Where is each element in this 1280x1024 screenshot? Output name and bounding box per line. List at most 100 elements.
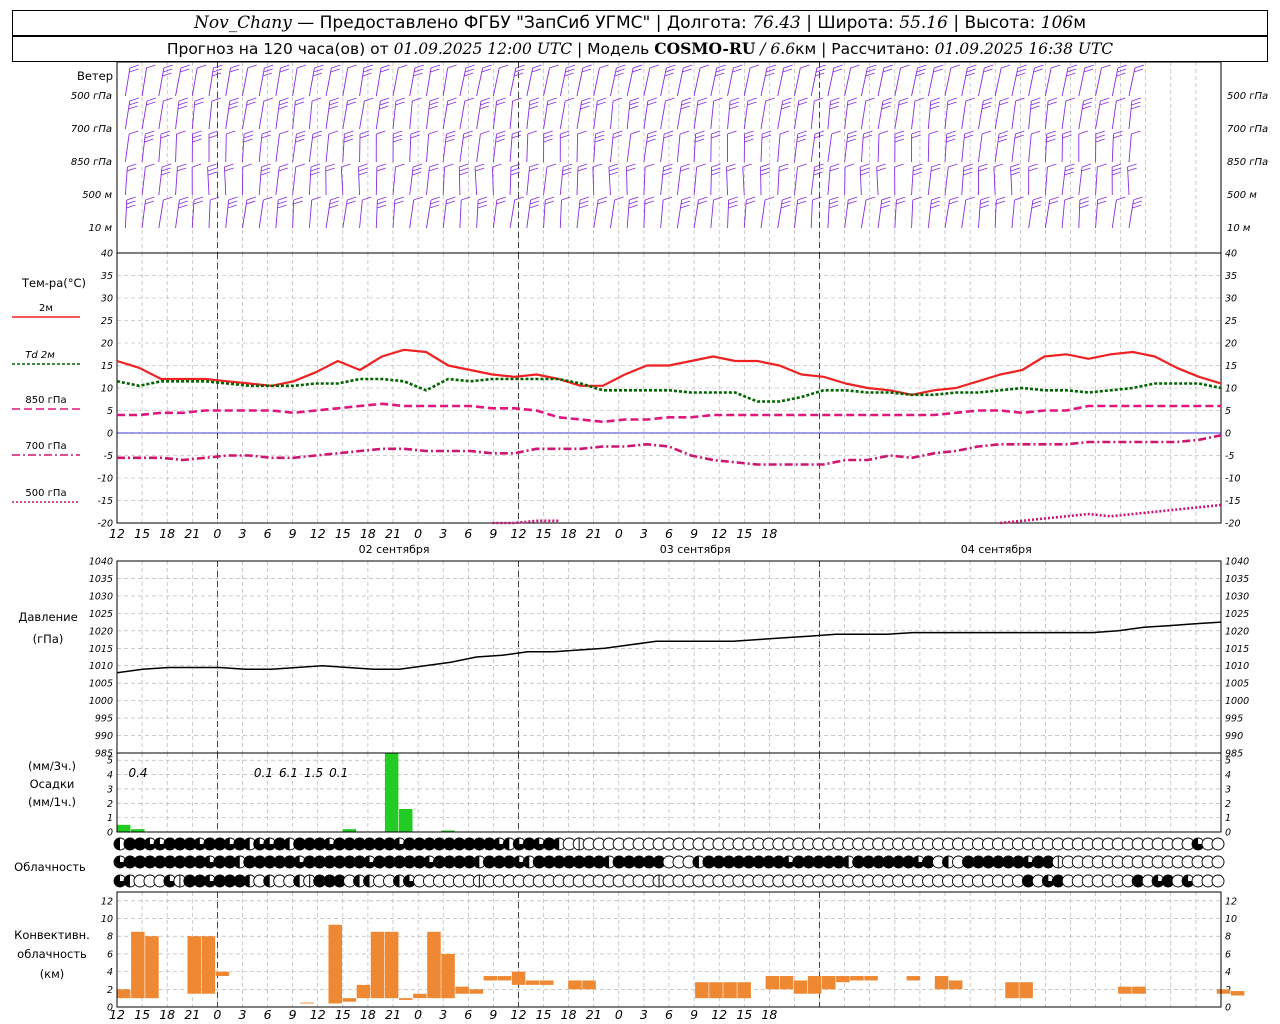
wind-barb <box>1011 199 1015 229</box>
wind-barb-flag <box>781 200 791 205</box>
conv-tick-right: 8 <box>1225 932 1231 943</box>
pressure-tick-left: 1030 <box>89 591 113 602</box>
wind-barb-flag <box>512 97 522 102</box>
wind-barb-flag <box>1046 134 1056 139</box>
wind-barb-flag <box>144 138 154 143</box>
wind-barb-flag <box>596 101 606 106</box>
wind-barb-flag <box>127 163 137 168</box>
wind-barb-flag <box>949 196 959 201</box>
wind-barb-flag <box>894 163 904 168</box>
precip-bar <box>399 809 413 832</box>
wind-barb-flag <box>850 64 860 69</box>
wind-barb-flag <box>912 171 922 176</box>
wind-barb <box>944 100 949 130</box>
wind-barb-flag <box>813 171 823 176</box>
wind-barb-flag <box>1016 68 1027 73</box>
wind-barb-flag <box>742 163 752 168</box>
wind-barb <box>944 199 950 229</box>
wind-barb <box>543 100 549 130</box>
wind-barb <box>877 100 884 130</box>
wind-barb <box>359 133 361 163</box>
hour-label: 21 <box>385 526 401 541</box>
wind-barb-flag <box>163 68 173 73</box>
wind-barb-flag <box>243 134 253 139</box>
temp-tick-left: 35 <box>101 271 113 282</box>
conv-bar <box>906 976 921 981</box>
wind-barb <box>141 199 146 229</box>
wind-barb-flag <box>632 68 642 73</box>
wind-barb-flag <box>894 130 905 135</box>
wind-barb-flag <box>582 64 592 69</box>
lon-value: 76.43 <box>752 13 801 33</box>
wind-barb-flag <box>1064 167 1075 172</box>
wind-barb <box>944 67 952 97</box>
wind-barb-flag <box>243 138 253 143</box>
wind-barb <box>860 100 867 130</box>
wind-barb <box>626 100 631 130</box>
wind-barb <box>559 199 562 229</box>
conv-tick-left: 10 <box>101 914 113 925</box>
forecast-prefix: Прогноз на 120 часа(ов) от <box>166 40 394 58</box>
wind-barb-flag <box>376 167 386 172</box>
wind-barb-flag <box>194 101 204 106</box>
wind-barb <box>827 100 831 130</box>
wind-barb <box>208 100 213 130</box>
conv-tick-right: 0 <box>1225 1003 1231 1014</box>
wind-barb-flag <box>1047 163 1057 168</box>
wind-barb-flag <box>177 163 187 168</box>
wind-barb-flag <box>261 163 271 168</box>
wind-barb-flag <box>728 200 738 205</box>
wind-barb <box>643 100 649 130</box>
wind-barb-flag <box>393 138 403 143</box>
day-label: 03 сентября <box>660 543 731 556</box>
hour-label-bottom: 9 <box>690 1007 698 1022</box>
conv-bar <box>413 993 427 999</box>
temp-tick-left: -15 <box>97 496 113 507</box>
hour-label-bottom: 15 <box>335 1007 351 1022</box>
wind-barb-flag <box>325 167 335 172</box>
wind-barb-flag <box>532 64 542 69</box>
wind-barb-flag <box>1097 200 1107 205</box>
wind-barb-flag <box>1010 171 1021 176</box>
temp-tick-right: -10 <box>1225 474 1241 485</box>
wind-barb <box>844 133 849 163</box>
wind-barb-flag <box>814 163 824 168</box>
wind-barb <box>1028 100 1032 130</box>
wind-barb-flag <box>663 163 673 168</box>
temp-tick-left: 15 <box>101 361 113 372</box>
wind-barb-flag <box>983 97 993 102</box>
wind-barb-flag <box>394 196 405 201</box>
wind-barb-flag <box>595 130 605 135</box>
wind-barb-flag <box>428 105 439 110</box>
conv-bar <box>765 976 780 990</box>
temp-tick-right: 40 <box>1225 249 1237 260</box>
wind-barb-flag <box>529 101 539 106</box>
wind-barb-flag <box>844 163 855 168</box>
wind-barb <box>191 100 196 130</box>
wind-barb-flag <box>278 101 289 106</box>
wind-barb <box>308 199 313 229</box>
wind-barb-flag <box>830 163 840 168</box>
wind-level-label: 10 м <box>89 223 113 234</box>
wind-barb-flag <box>128 105 138 110</box>
wind-barb-flag <box>1083 97 1093 102</box>
wind-barb-flag <box>608 163 619 168</box>
wind-barb-flag <box>744 134 754 139</box>
wind-barb-flag <box>760 163 770 168</box>
wind-level-label-right: 500 гПа <box>1227 91 1268 102</box>
wind-barb-flag <box>649 64 659 69</box>
wind-barb-flag <box>278 105 288 110</box>
wind-barb <box>442 199 447 229</box>
wind-barb <box>1028 199 1034 229</box>
wind-barb-flag <box>512 130 522 135</box>
wind-barb-flag <box>863 130 873 135</box>
wind-barb-flag <box>933 68 943 73</box>
hour-label-bottom: 0 <box>615 1007 623 1022</box>
wind-barb-flag <box>279 68 289 73</box>
cloud-symbol-half <box>114 838 120 850</box>
precip-bar <box>384 753 399 832</box>
wind-barb-flag <box>394 200 404 205</box>
wind-barb-flag <box>1082 105 1092 110</box>
wind-barb-flag <box>480 130 490 135</box>
wind-barb <box>710 67 718 97</box>
